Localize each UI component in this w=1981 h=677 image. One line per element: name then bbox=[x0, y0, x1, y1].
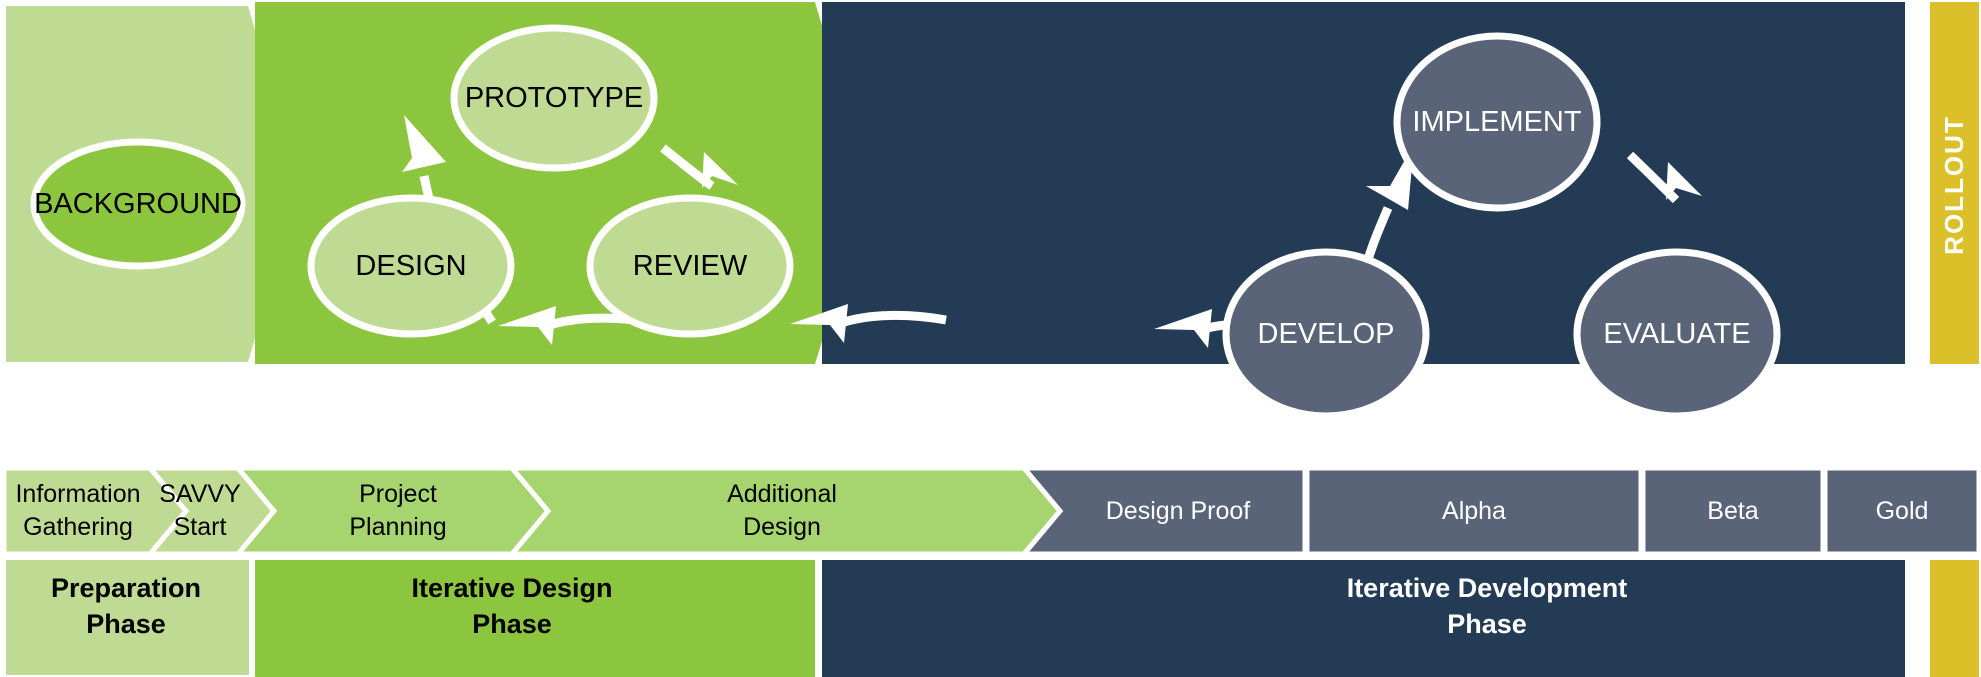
node-prototype[interactable]: PROTOTYPE bbox=[450, 24, 658, 172]
stage-savvy-start-line1: SAVVY bbox=[159, 480, 241, 508]
phase-label-iterative-development: Iterative Development Phase bbox=[822, 560, 1905, 677]
node-review-label: REVIEW bbox=[633, 250, 748, 282]
stage-additional-design-line1: Additional bbox=[727, 480, 837, 508]
rollout-label: ROLLOUT bbox=[1939, 115, 1969, 255]
stage-gold[interactable]: Gold bbox=[1822, 465, 1981, 557]
phase-label-iterative-development-line1: Iterative Development bbox=[1347, 573, 1628, 603]
stage-project-planning[interactable]: Project Planning bbox=[232, 465, 552, 557]
node-prototype-label: PROTOTYPE bbox=[465, 82, 643, 114]
stage-project-planning-line1: Project bbox=[359, 480, 437, 508]
node-evaluate-label: EVALUATE bbox=[1603, 318, 1750, 350]
stage-alpha[interactable]: Alpha bbox=[1304, 465, 1644, 557]
diagram-canvas: BACKGROUND PROTOTYPE DESIGN REVIEW IMPLE… bbox=[0, 0, 1981, 677]
stage-gold-label: Gold bbox=[1876, 497, 1929, 525]
node-review[interactable]: REVIEW bbox=[586, 194, 794, 338]
stage-beta[interactable]: Beta bbox=[1640, 465, 1826, 557]
node-background-label: BACKGROUND bbox=[34, 188, 242, 220]
phase-label-iterative-design: Iterative Design Phase bbox=[255, 560, 815, 677]
rollout-label-group: ROLLOUT bbox=[1939, 115, 1969, 255]
node-design[interactable]: DESIGN bbox=[307, 194, 515, 338]
stage-information-gathering-line1: Information bbox=[15, 480, 140, 508]
stage-design-proof-label: Design Proof bbox=[1106, 497, 1251, 525]
node-evaluate[interactable]: EVALUATE bbox=[1573, 248, 1781, 420]
phase-label-preparation-line2: Phase bbox=[86, 609, 166, 639]
phase-label-iterative-design-line1: Iterative Design bbox=[411, 573, 612, 603]
phase-label-preparation-line1: Preparation bbox=[51, 573, 201, 603]
stage-beta-label: Beta bbox=[1707, 497, 1759, 525]
node-background[interactable]: BACKGROUND bbox=[30, 138, 246, 270]
stage-information-gathering-line2: Gathering bbox=[23, 513, 133, 541]
stage-project-planning-line2: Planning bbox=[349, 513, 446, 541]
stage-savvy-start-line2: Start bbox=[174, 513, 227, 541]
phase-label-iterative-design-line2: Phase bbox=[472, 609, 552, 639]
stage-alpha-label: Alpha bbox=[1442, 497, 1506, 525]
node-implement-label: IMPLEMENT bbox=[1412, 106, 1581, 138]
stage-additional-design-line2: Design bbox=[743, 513, 821, 541]
node-design-label: DESIGN bbox=[355, 250, 466, 282]
node-develop[interactable]: DEVELOP bbox=[1222, 248, 1430, 420]
phase-label-preparation: Preparation Phase bbox=[6, 560, 249, 675]
stage-additional-design[interactable]: Additional Design bbox=[506, 465, 1064, 557]
lifecycle-diagram: BACKGROUND PROTOTYPE DESIGN REVIEW IMPLE… bbox=[1, 2, 1981, 677]
stage-design-proof[interactable]: Design Proof bbox=[1018, 465, 1308, 557]
node-implement[interactable]: IMPLEMENT bbox=[1393, 32, 1601, 212]
phase-label-iterative-development-line2: Phase bbox=[1447, 609, 1527, 639]
node-develop-label: DEVELOP bbox=[1258, 318, 1395, 350]
rollout-bar-lower bbox=[1930, 560, 1979, 677]
